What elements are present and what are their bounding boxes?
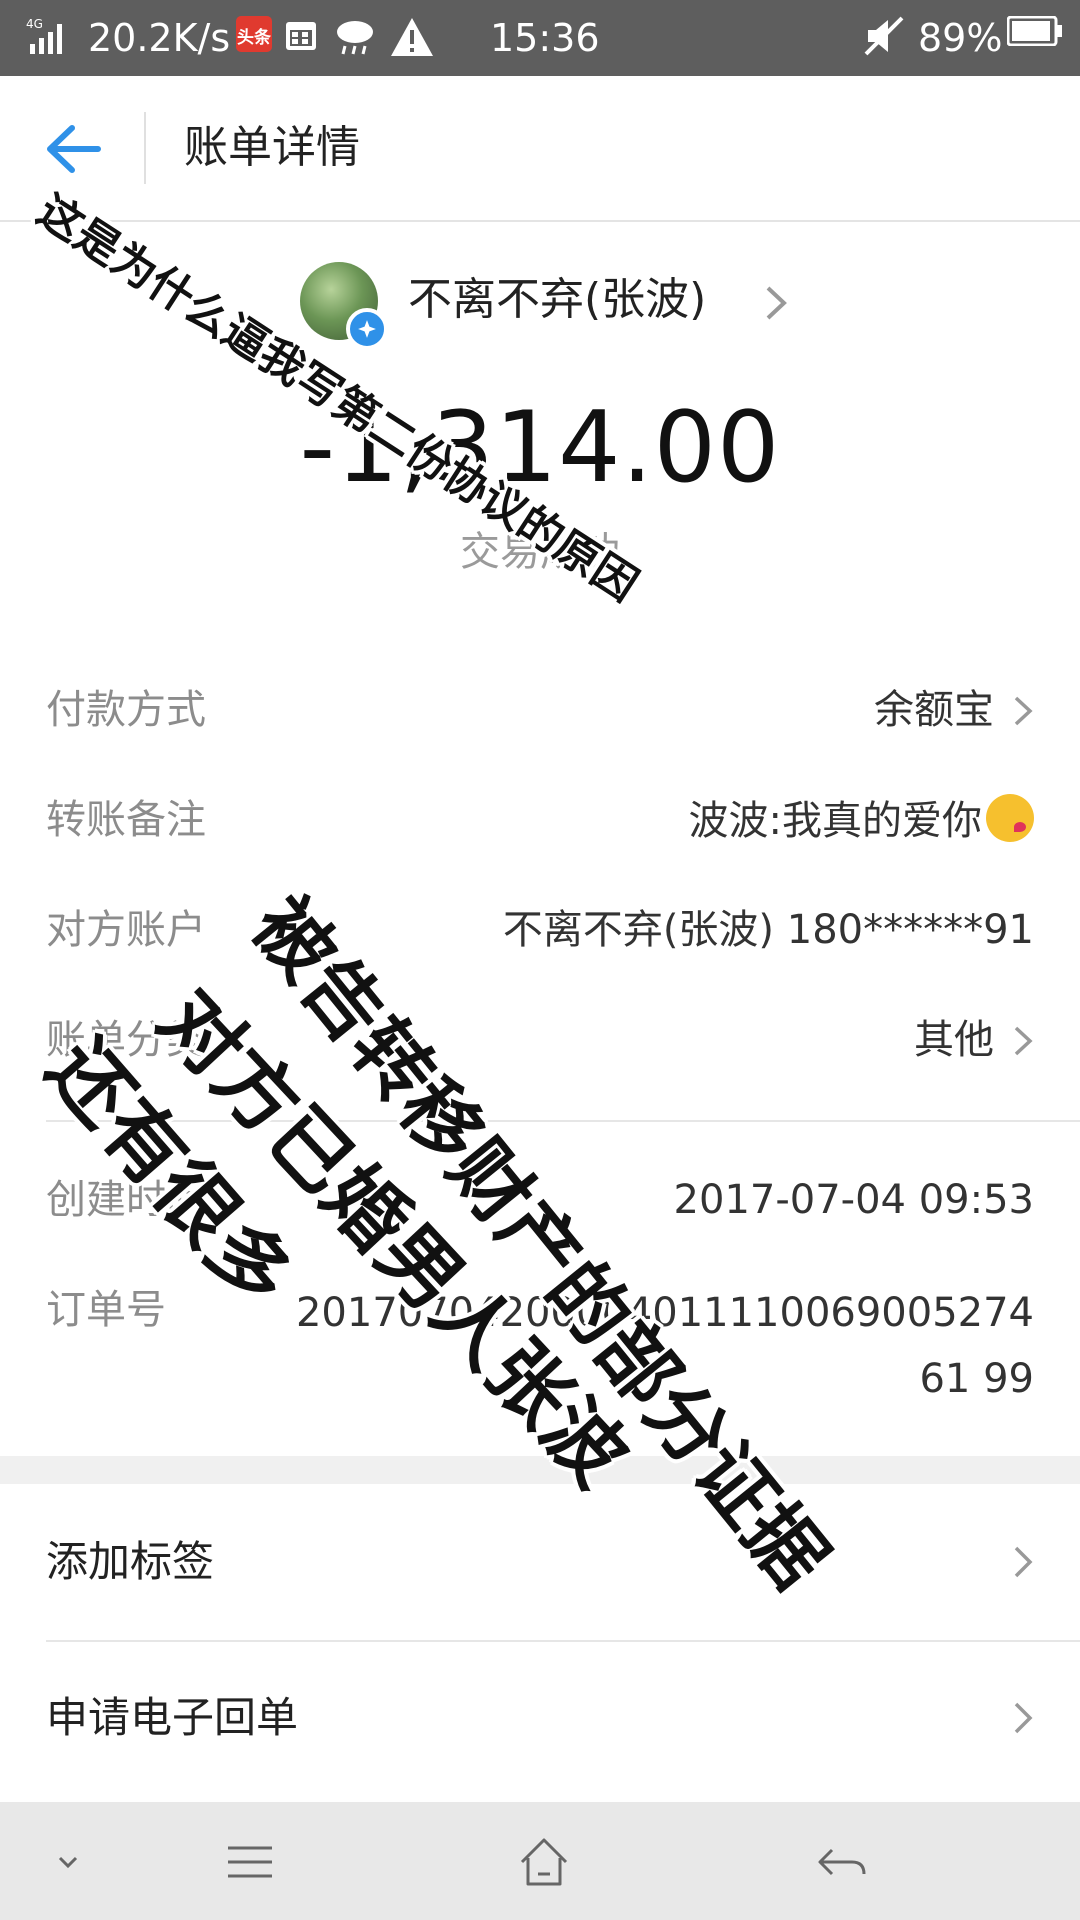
chevron-right-icon — [1014, 1702, 1033, 1734]
menu-icon[interactable] — [220, 1832, 280, 1892]
add-tag-label: 添加标签 — [46, 1537, 215, 1586]
order-number-value: 2017070420000401111006900527461 99 — [295, 1290, 1034, 1402]
transaction-amount: -1,314.00 — [299, 391, 781, 505]
transfer-note-text: 波波:我真的爱你 — [688, 798, 982, 844]
back-arrow-icon[interactable] — [44, 122, 102, 176]
system-nav-bar — [0, 1802, 1080, 1920]
counterparty-account-row: 对方账户 不离不弃(张波) 180******91 — [0, 878, 1080, 978]
weather-icon — [337, 21, 373, 55]
header-divider — [144, 112, 146, 184]
order-number-label: 订单号 — [46, 1287, 166, 1333]
bill-category-row[interactable]: 账单分类 其他 — [0, 988, 1080, 1088]
network-type: 4G — [26, 17, 43, 31]
payment-method-label: 付款方式 — [46, 687, 206, 733]
transfer-note-label: 转账备注 — [46, 797, 206, 843]
battery-icon — [1007, 16, 1062, 46]
warning-icon — [391, 18, 433, 56]
e-receipt-row[interactable]: 申请电子回单 — [0, 1642, 1080, 1794]
page-title: 账单详情 — [184, 122, 360, 173]
chevron-right-icon — [1014, 1546, 1033, 1578]
kiss-emoji-icon — [986, 794, 1034, 842]
section-gap — [0, 1456, 1080, 1484]
verified-badge-icon — [346, 308, 388, 350]
chevron-right-icon — [1014, 1026, 1033, 1056]
back-icon[interactable] — [812, 1832, 872, 1892]
calendar-icon — [286, 22, 316, 50]
signal-icon: 4G — [26, 17, 62, 54]
section-divider — [46, 1120, 1080, 1122]
transfer-note-value: 波波:我真的爱你 — [689, 794, 1034, 847]
add-tag-row[interactable]: 添加标签 — [0, 1486, 1080, 1638]
toutiao-notification-icon: 头条 — [236, 16, 272, 52]
app-header: 账单详情 — [0, 76, 1080, 222]
created-time-value: 2017-07-04 09:53 — [673, 1177, 1034, 1223]
home-icon[interactable] — [514, 1832, 574, 1892]
bill-category-label: 账单分类 — [46, 1017, 206, 1063]
created-time-label: 创建时间 — [46, 1177, 206, 1223]
transfer-note-row: 转账备注 波波:我真的爱你 — [0, 768, 1080, 868]
e-receipt-label: 申请电子回单 — [46, 1693, 299, 1742]
payment-method-value: 余额宝 — [874, 687, 994, 733]
counterparty-account-label: 对方账户 — [46, 907, 206, 953]
transaction-status: 交易成功 — [460, 529, 620, 575]
battery-percent: 89% — [918, 16, 1003, 60]
chevron-right-icon — [766, 286, 787, 320]
bill-category-value: 其他 — [914, 1017, 994, 1063]
status-bar: 4G 20.2K/s 头条 15:36 89% — [0, 0, 1080, 76]
created-time-row: 创建时间 2017-07-04 09:53 — [0, 1148, 1080, 1248]
chevron-right-icon — [1014, 696, 1033, 726]
chevron-down-icon[interactable] — [38, 1832, 98, 1892]
payee-name: 不离不弃(张波) — [408, 274, 707, 325]
mute-icon — [864, 16, 904, 56]
counterparty-account-value: 不离不弃(张波) 180******91 — [502, 907, 1034, 953]
network-speed: 20.2K/s — [88, 16, 231, 60]
payment-method-row[interactable]: 付款方式 余额宝 — [0, 658, 1080, 758]
clock: 15:36 — [490, 16, 600, 60]
